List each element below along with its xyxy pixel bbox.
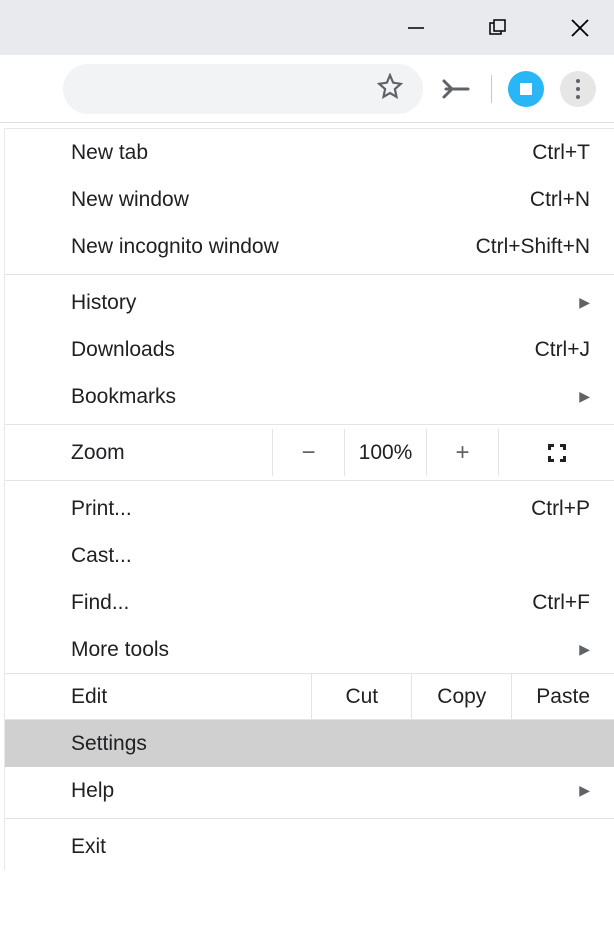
chrome-menu: New tab Ctrl+T New window Ctrl+N New inc… [4, 128, 614, 870]
menu-label: Print... [71, 497, 132, 521]
menu-history[interactable]: History ▶ [5, 279, 614, 326]
menu-settings[interactable]: Settings [5, 720, 614, 767]
menu-new-incognito[interactable]: New incognito window Ctrl+Shift+N [5, 223, 614, 270]
close-button[interactable] [556, 8, 604, 48]
menu-exit[interactable]: Exit [5, 823, 614, 870]
menu-edit: Edit Cut Copy Paste [5, 673, 614, 720]
menu-help[interactable]: Help ▶ [5, 767, 614, 814]
menu-shortcut: Ctrl+T [532, 141, 590, 165]
menu-new-window[interactable]: New window Ctrl+N [5, 176, 614, 223]
airplane-icon[interactable] [439, 71, 475, 107]
divider [5, 818, 614, 819]
menu-label: Find... [71, 591, 129, 615]
menu-label: Exit [71, 835, 106, 859]
menu-label: Bookmarks [71, 385, 176, 409]
divider [5, 274, 614, 275]
menu-label: History [71, 291, 136, 315]
separator [491, 75, 492, 103]
zoom-value: 100% [344, 429, 426, 476]
title-bar [0, 0, 614, 55]
star-icon[interactable] [377, 73, 403, 105]
menu-print[interactable]: Print... Ctrl+P [5, 485, 614, 532]
menu-shortcut: Ctrl+P [531, 497, 590, 521]
cut-button[interactable]: Cut [311, 674, 411, 719]
chevron-right-icon: ▶ [579, 782, 590, 799]
divider [5, 424, 614, 425]
menu-label: Settings [71, 732, 147, 756]
chevron-right-icon: ▶ [579, 641, 590, 658]
menu-zoom: Zoom − 100% + [5, 429, 614, 476]
copy-button[interactable]: Copy [411, 674, 511, 719]
extension-icon[interactable] [508, 71, 544, 107]
zoom-label: Zoom [5, 441, 272, 465]
minimize-button[interactable] [392, 8, 440, 48]
menu-more-tools[interactable]: More tools ▶ [5, 626, 614, 673]
chevron-right-icon: ▶ [579, 294, 590, 311]
toolbar-row [0, 55, 614, 123]
menu-label: Help [71, 779, 114, 803]
address-bar[interactable] [63, 64, 423, 114]
menu-label: More tools [71, 638, 169, 662]
menu-cast[interactable]: Cast... [5, 532, 614, 579]
divider [5, 480, 614, 481]
menu-shortcut: Ctrl+J [535, 338, 590, 362]
fullscreen-button[interactable] [498, 429, 614, 476]
edit-label: Edit [5, 685, 311, 709]
menu-label: New window [71, 188, 189, 212]
menu-label: New tab [71, 141, 148, 165]
menu-label: Downloads [71, 338, 175, 362]
menu-label: Cast... [71, 544, 132, 568]
menu-downloads[interactable]: Downloads Ctrl+J [5, 326, 614, 373]
maximize-button[interactable] [474, 8, 522, 48]
menu-bookmarks[interactable]: Bookmarks ▶ [5, 373, 614, 420]
chevron-right-icon: ▶ [579, 388, 590, 405]
menu-shortcut: Ctrl+F [532, 591, 590, 615]
menu-button[interactable] [560, 71, 596, 107]
menu-shortcut: Ctrl+Shift+N [476, 235, 590, 259]
paste-button[interactable]: Paste [511, 674, 614, 719]
menu-label: New incognito window [71, 235, 279, 259]
menu-shortcut: Ctrl+N [530, 188, 590, 212]
zoom-in-button[interactable]: + [426, 429, 498, 476]
menu-find[interactable]: Find... Ctrl+F [5, 579, 614, 626]
zoom-out-button[interactable]: − [272, 429, 344, 476]
menu-new-tab[interactable]: New tab Ctrl+T [5, 129, 614, 176]
